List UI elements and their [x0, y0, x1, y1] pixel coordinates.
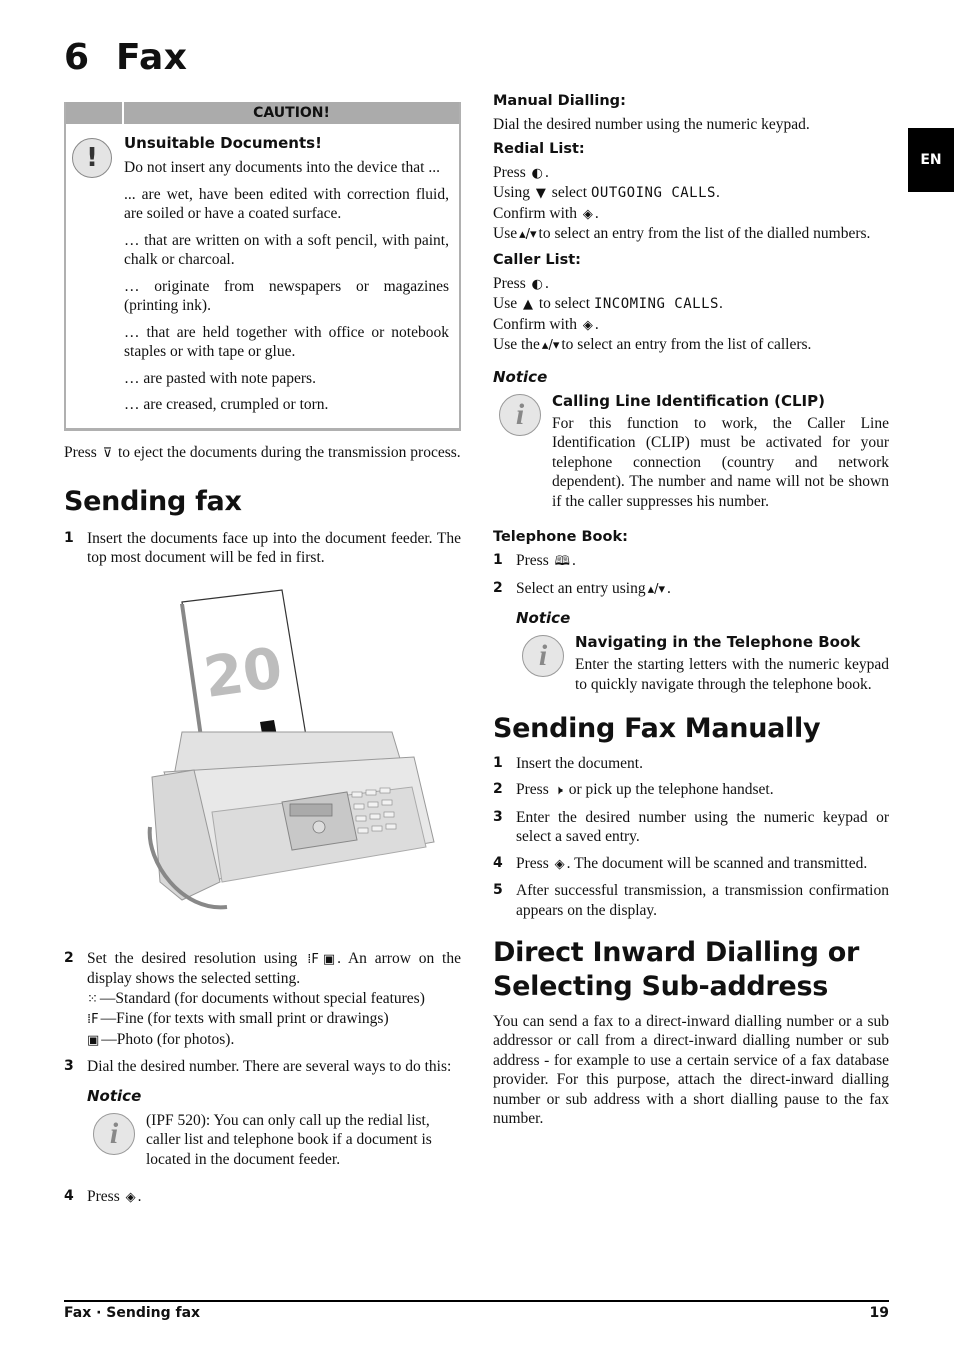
caution-paragraph: … that are held together with office or … [124, 323, 449, 361]
step-item: 1 Press 🕮. [493, 551, 889, 572]
sending-fax-heading: Sending fax [64, 486, 242, 517]
step-item: 2 Press 🕨 or pick up the telephone hands… [493, 780, 889, 801]
notice-label: Notice [87, 1086, 142, 1105]
redial-list-heading: Redial List: [493, 140, 585, 157]
display-outgoing-calls: OUTGOING CALLS [590, 185, 716, 201]
caution-title: Unsuitable Documents! [124, 134, 322, 152]
phonebook-icon: 🕮 [554, 554, 570, 569]
step-item: 1 Insert the documents face up into the … [64, 529, 461, 567]
notice-text: Enter the starting letters with the nume… [575, 656, 889, 693]
start-icon: ◈ [554, 856, 565, 872]
info-icon: i [93, 1112, 135, 1155]
phonebook-notice: Notice i Navigating in the Telephone Boo… [516, 609, 889, 694]
fax-machine-illustration: 20 [142, 582, 442, 927]
ipf-notice: Notice i (IPF 520): You can only call up… [87, 1087, 461, 1170]
stop-icon: ⊽ [102, 445, 113, 461]
resolution-standard-icon: ⁙ [87, 991, 98, 1007]
notice-text: (IPF 520): You can only call up the redi… [146, 1111, 432, 1168]
redial-icon: ◐ [531, 165, 543, 181]
left-column: CAUTION! ! Unsuitable Documents! Do not … [64, 102, 461, 1215]
direct-inward-dialling-text: You can send a fax to a direct-inward di… [493, 1012, 889, 1128]
notice-title: Navigating in the Telephone Book [575, 633, 861, 651]
exclamation-icon: ! [72, 138, 112, 178]
chapter-name: Fax [116, 37, 188, 78]
notice-title: Calling Line Identification (CLIP) [552, 391, 825, 410]
caution-box: CAUTION! ! Unsuitable Documents! Do not … [64, 102, 461, 431]
step-item: 3 Dial the desired number. There are sev… [64, 1058, 452, 1076]
info-icon: i [522, 635, 564, 677]
step-item: 4 Press ◈. The document will be scanned … [493, 854, 889, 875]
chapter-number: 6 [64, 37, 90, 78]
manual-dialling-text: Dial the desired number using the numeri… [493, 116, 810, 133]
caution-paragraph: … are pasted with note papers. [124, 369, 316, 387]
caution-paragraph: Do not insert any documents into the dev… [124, 159, 440, 176]
sending-fax-manually-heading: Sending Fax Manually [493, 713, 821, 744]
chapter-title: 6 Fax [64, 38, 188, 78]
footer-rule [64, 1300, 889, 1302]
speaker-icon: 🕨 [554, 783, 563, 799]
caution-paragraph: … that are written on with a soft pencil… [124, 231, 449, 269]
telephone-book-heading: Telephone Book: [493, 529, 628, 545]
page-number: 19 [869, 1305, 889, 1321]
display-screen [289, 803, 333, 817]
language-tab: EN [908, 128, 954, 192]
caller-list-heading: Caller List: [493, 251, 581, 268]
clip-notice: Notice i Calling Line Identification (CL… [493, 368, 889, 512]
caution-header: CAUTION! [253, 105, 330, 121]
arrow-up-icon: ▲ [522, 297, 533, 312]
step-item: 2 Select an entry using ▴/▾. [493, 579, 889, 600]
start-icon: ◈ [125, 1190, 136, 1206]
paper-page-number: 20 [200, 635, 286, 710]
notice-text: For this function to work, the Caller Li… [552, 414, 889, 510]
resolution-fine-icon: ⁞F [87, 1012, 99, 1028]
notice-label: Notice [516, 609, 571, 627]
resolution-fine-icon: ⁞F [307, 951, 319, 967]
step-item: 2 Set the desired resolution using ⁞F ▣. … [64, 949, 461, 1051]
arrow-up-down-icon: ▴/▾ [647, 581, 666, 597]
step-item: 5 After successful transmission, a trans… [493, 882, 889, 919]
direct-inward-dialling-heading: Direct Inward Dialling or Selecting Sub-… [493, 937, 860, 1002]
resolution-photo-icon: ▣ [322, 951, 336, 967]
redial-icon: ◐ [531, 276, 543, 292]
manual-dialling-heading: Manual Dialling: [493, 93, 626, 109]
footer-section: Fax · Sending fax [64, 1305, 201, 1321]
notice-label: Notice [493, 367, 548, 386]
start-icon: ◈ [582, 206, 593, 222]
fax-machine-drawing: 20 [147, 589, 435, 909]
arrow-up-down-icon: ▴/▾ [519, 227, 537, 242]
caution-paragraph: ... are wet, have been edited with corre… [124, 185, 449, 223]
caution-paragraph: … originate from newspapers or magazines… [124, 277, 449, 315]
start-icon: ◈ [582, 317, 593, 333]
display-incoming-calls: INCOMING CALLS [593, 296, 719, 312]
caution-paragraph: … are creased, crumpled or torn. [124, 396, 329, 413]
resolution-photo-icon: ▣ [87, 1032, 100, 1048]
info-icon: i [499, 393, 541, 436]
arrow-up-down-icon: ▴/▾ [541, 338, 560, 353]
right-column: Manual Dialling: Dial the desired number… [493, 93, 889, 1128]
step-item: 1 Insert the document. [493, 754, 643, 772]
step-item: 4 Press ◈. [64, 1187, 461, 1208]
eject-note: Press ⊽ to eject the documents during th… [64, 443, 461, 464]
step-item: 3 Enter the desired number using the num… [493, 808, 889, 846]
arrow-down-icon: ▼ [535, 186, 546, 201]
